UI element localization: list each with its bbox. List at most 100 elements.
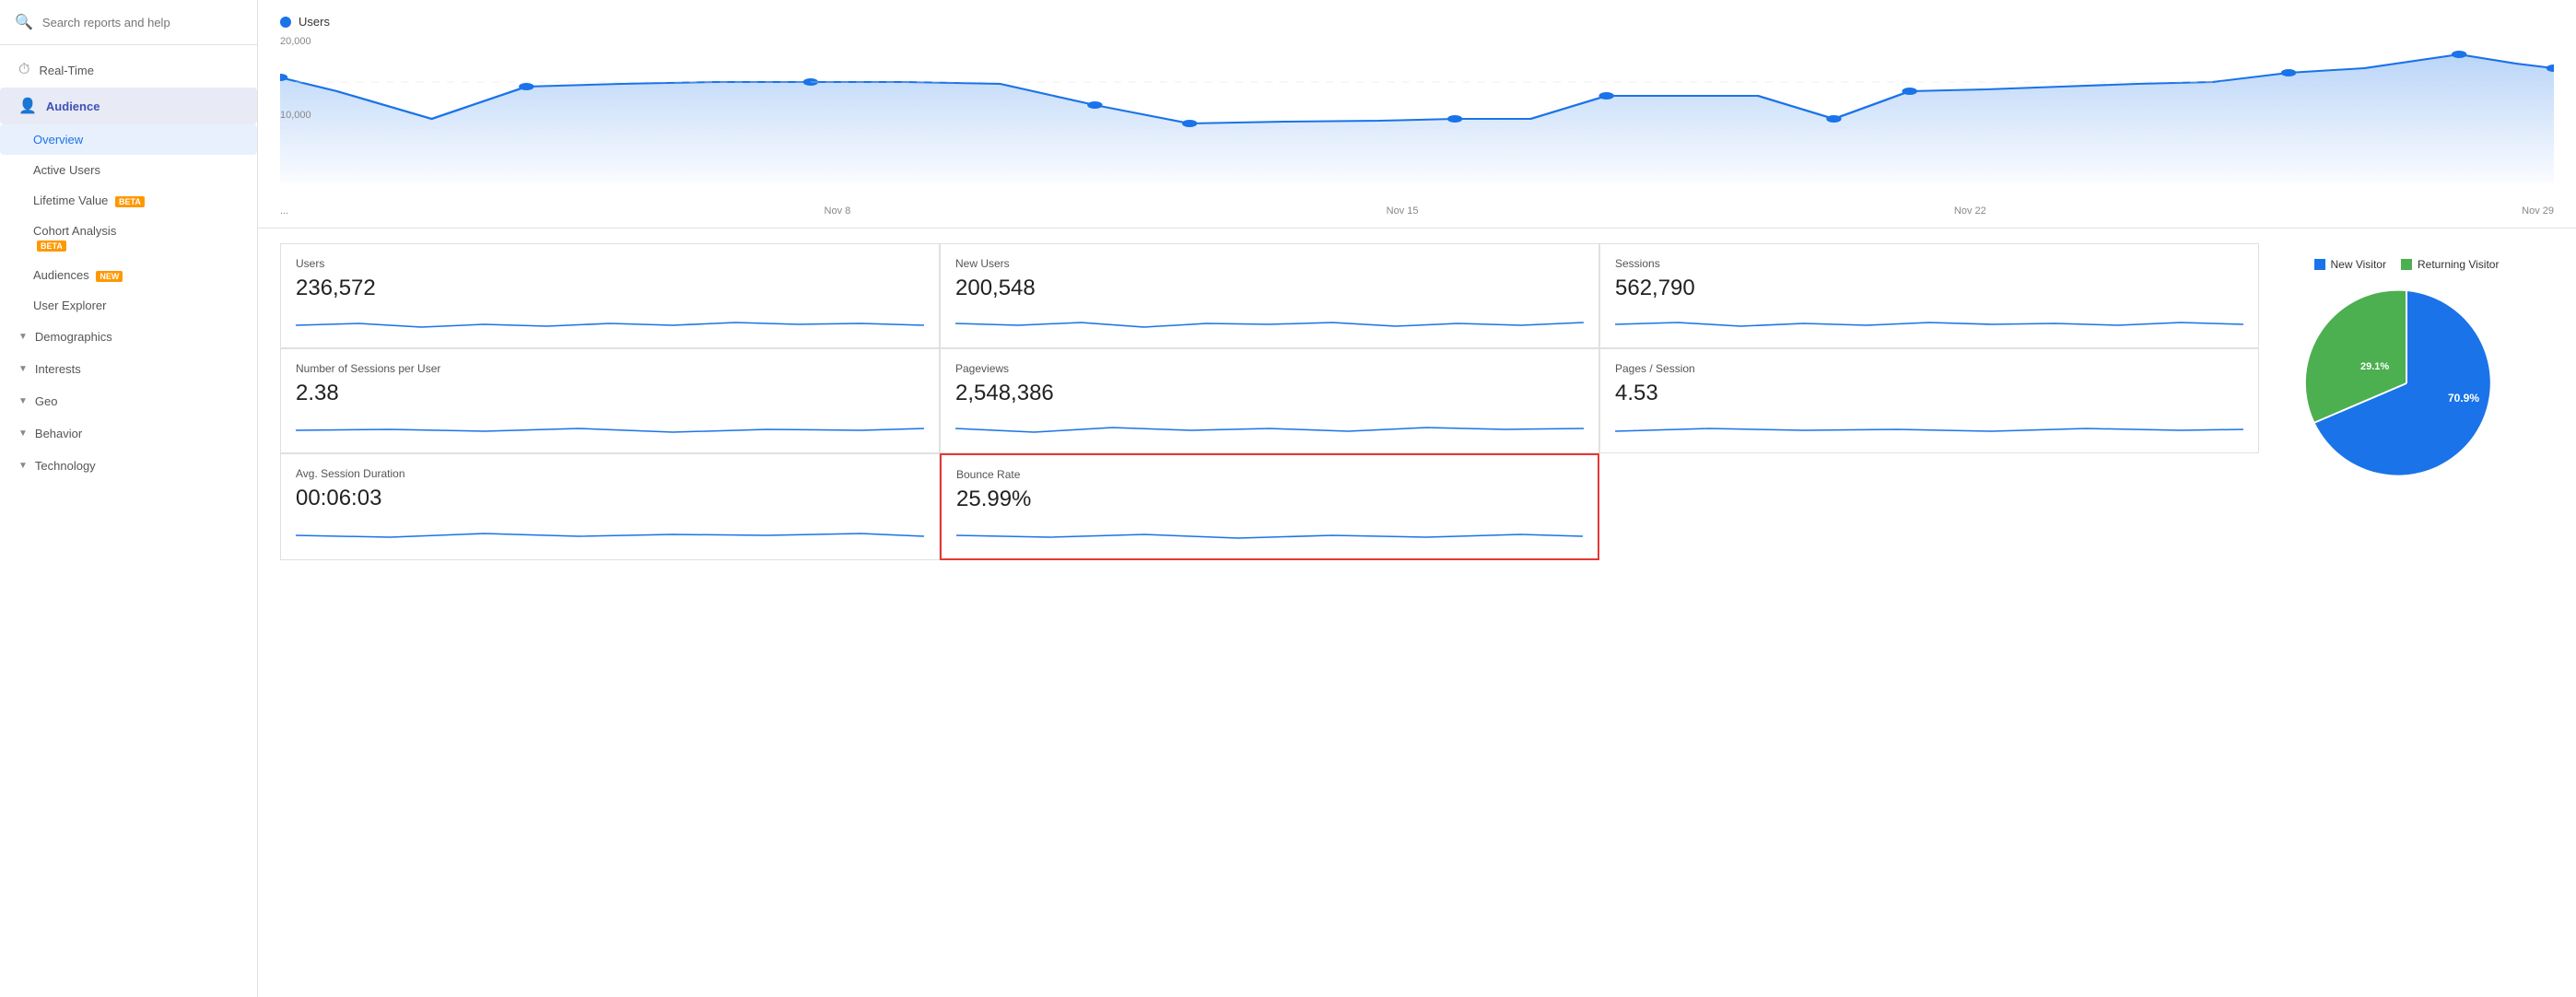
interests-chevron: ▼ xyxy=(18,364,28,374)
demographics-chevron: ▼ xyxy=(18,332,28,342)
x-label-0: ... xyxy=(280,205,288,217)
cohort-analysis-badge: BETA xyxy=(37,240,66,252)
metric-label-pages-per-session: Pages / Session xyxy=(1615,362,2243,375)
chart-legend: Users xyxy=(280,15,2554,29)
sparkline-users xyxy=(296,307,924,334)
x-label-nov15: Nov 15 xyxy=(1387,205,1419,217)
metric-value-new-users: 200,548 xyxy=(955,276,1584,301)
sidebar-item-user-explorer[interactable]: User Explorer xyxy=(0,290,257,321)
pie-legend-returning-visitor: Returning Visitor xyxy=(2401,258,2500,271)
metric-label-avg-session-duration: Avg. Session Duration xyxy=(296,467,924,480)
metric-value-pages-per-session: 4.53 xyxy=(1615,381,2243,406)
metric-label-pageviews: Pageviews xyxy=(955,362,1584,375)
metric-label-users: Users xyxy=(296,257,924,270)
geo-label: Geo xyxy=(35,394,58,408)
x-label-nov22: Nov 22 xyxy=(1954,205,1986,217)
search-input[interactable] xyxy=(42,16,242,29)
chart-dot xyxy=(519,83,533,90)
technology-label: Technology xyxy=(35,459,96,473)
metric-value-sessions: 562,790 xyxy=(1615,276,2243,301)
sidebar-item-audience-label: Audience xyxy=(46,100,100,113)
search-bar[interactable]: 🔍 xyxy=(0,0,257,45)
chart-dot xyxy=(1447,115,1462,123)
sparkline-pageviews xyxy=(955,412,1584,440)
new-visitor-dot xyxy=(2314,259,2325,270)
metrics-section: Users 236,572 New Users 200,548 xyxy=(258,229,2576,575)
demographics-label: Demographics xyxy=(35,330,112,344)
interests-label: Interests xyxy=(35,362,81,376)
sidebar-item-audiences[interactable]: Audiences NEW xyxy=(0,260,257,290)
pie-legend: New Visitor Returning Visitor xyxy=(2314,258,2500,271)
metric-label-new-users: New Users xyxy=(955,257,1584,270)
sidebar-item-behavior[interactable]: ▼ Behavior xyxy=(0,417,257,450)
x-label-nov29: Nov 29 xyxy=(2522,205,2554,217)
sidebar-item-active-users[interactable]: Active Users xyxy=(0,155,257,185)
sidebar: 🔍 ⏱ Real-Time 👤 Audience Overview Active… xyxy=(0,0,258,997)
behavior-label: Behavior xyxy=(35,427,82,440)
returning-visitor-pct-label: 29.1% xyxy=(2360,361,2389,372)
active-users-label: Active Users xyxy=(33,163,100,177)
metric-value-bounce-rate: 25.99% xyxy=(956,487,1583,512)
users-legend-dot xyxy=(280,17,291,28)
sidebar-item-technology[interactable]: ▼ Technology xyxy=(0,450,257,482)
sparkline-bounce-rate xyxy=(956,518,1583,545)
sidebar-item-realtime[interactable]: ⏱ Real-Time xyxy=(0,53,257,88)
realtime-icon: ⏱ xyxy=(18,62,29,78)
pie-section: New Visitor Returning Visitor xyxy=(2259,243,2554,560)
pie-legend-new-visitor: New Visitor xyxy=(2314,258,2386,271)
metric-card-pages-per-session: Pages / Session 4.53 xyxy=(1599,348,2259,453)
metric-card-new-users: New Users 200,548 xyxy=(940,243,1599,348)
metric-card-avg-session-duration: Avg. Session Duration 00:06:03 xyxy=(280,453,940,560)
chart-dot xyxy=(1598,92,1613,100)
chart-area: Users 20,000 10,000 xyxy=(258,0,2576,229)
lifetime-value-badge: BETA xyxy=(115,196,145,207)
technology-chevron: ▼ xyxy=(18,461,28,471)
chart-dot xyxy=(1087,101,1102,109)
sidebar-item-demographics[interactable]: ▼ Demographics xyxy=(0,321,257,353)
behavior-chevron: ▼ xyxy=(18,428,28,439)
cohort-analysis-label: Cohort Analysis xyxy=(33,224,116,238)
sparkline-sessions-per-user xyxy=(296,412,924,440)
sidebar-item-overview[interactable]: Overview xyxy=(0,124,257,155)
sidebar-item-audience[interactable]: 👤 Audience xyxy=(0,88,257,124)
metric-card-pageviews: Pageviews 2,548,386 xyxy=(940,348,1599,453)
metric-card-sessions-per-user: Number of Sessions per User 2.38 xyxy=(280,348,940,453)
chart-dot xyxy=(1903,88,1917,95)
returning-visitor-label: Returning Visitor xyxy=(2418,258,2500,271)
audience-icon: 👤 xyxy=(18,97,37,115)
sidebar-nav: ⏱ Real-Time 👤 Audience Overview Active U… xyxy=(0,45,257,489)
overview-label: Overview xyxy=(33,133,83,147)
chart-svg xyxy=(280,36,2554,183)
pie-svg: 70.9% 29.1% xyxy=(2305,282,2508,485)
metric-card-users: Users 236,572 xyxy=(280,243,940,348)
y-label-top: 20,000 xyxy=(280,36,311,47)
metric-value-avg-session-duration: 00:06:03 xyxy=(296,486,924,511)
pie-chart: 70.9% 29.1% xyxy=(2305,282,2508,485)
sidebar-item-realtime-label: Real-Time xyxy=(39,64,93,77)
chart-legend-label: Users xyxy=(299,15,330,29)
metrics-grid: Users 236,572 New Users 200,548 xyxy=(280,243,2259,560)
geo-chevron: ▼ xyxy=(18,396,28,406)
metric-label-bounce-rate: Bounce Rate xyxy=(956,468,1583,481)
metric-label-sessions-per-user: Number of Sessions per User xyxy=(296,362,924,375)
sidebar-item-interests[interactable]: ▼ Interests xyxy=(0,353,257,385)
chart-dot xyxy=(2281,69,2296,76)
sidebar-item-lifetime-value[interactable]: Lifetime Value BETA xyxy=(0,185,257,216)
metrics-left: Users 236,572 New Users 200,548 xyxy=(280,243,2259,560)
metric-value-sessions-per-user: 2.38 xyxy=(296,381,924,406)
chart-x-labels: ... Nov 8 Nov 15 Nov 22 Nov 29 xyxy=(280,202,2554,228)
chart-dot xyxy=(2452,51,2466,58)
metric-value-users: 236,572 xyxy=(296,276,924,301)
sidebar-item-cohort-analysis[interactable]: Cohort Analysis BETA xyxy=(0,216,257,260)
chart-dot xyxy=(1826,115,1841,123)
audiences-label: Audiences xyxy=(33,268,89,282)
chart-y-labels: 20,000 10,000 xyxy=(280,36,311,202)
sparkline-pages-per-session xyxy=(1615,412,2243,440)
user-explorer-label: User Explorer xyxy=(33,299,106,312)
audiences-badge: NEW xyxy=(96,271,123,282)
chart-dot xyxy=(1182,120,1197,127)
sidebar-item-geo[interactable]: ▼ Geo xyxy=(0,385,257,417)
sparkline-new-users xyxy=(955,307,1584,334)
y-label-mid: 10,000 xyxy=(280,110,311,121)
search-icon: 🔍 xyxy=(15,13,33,31)
